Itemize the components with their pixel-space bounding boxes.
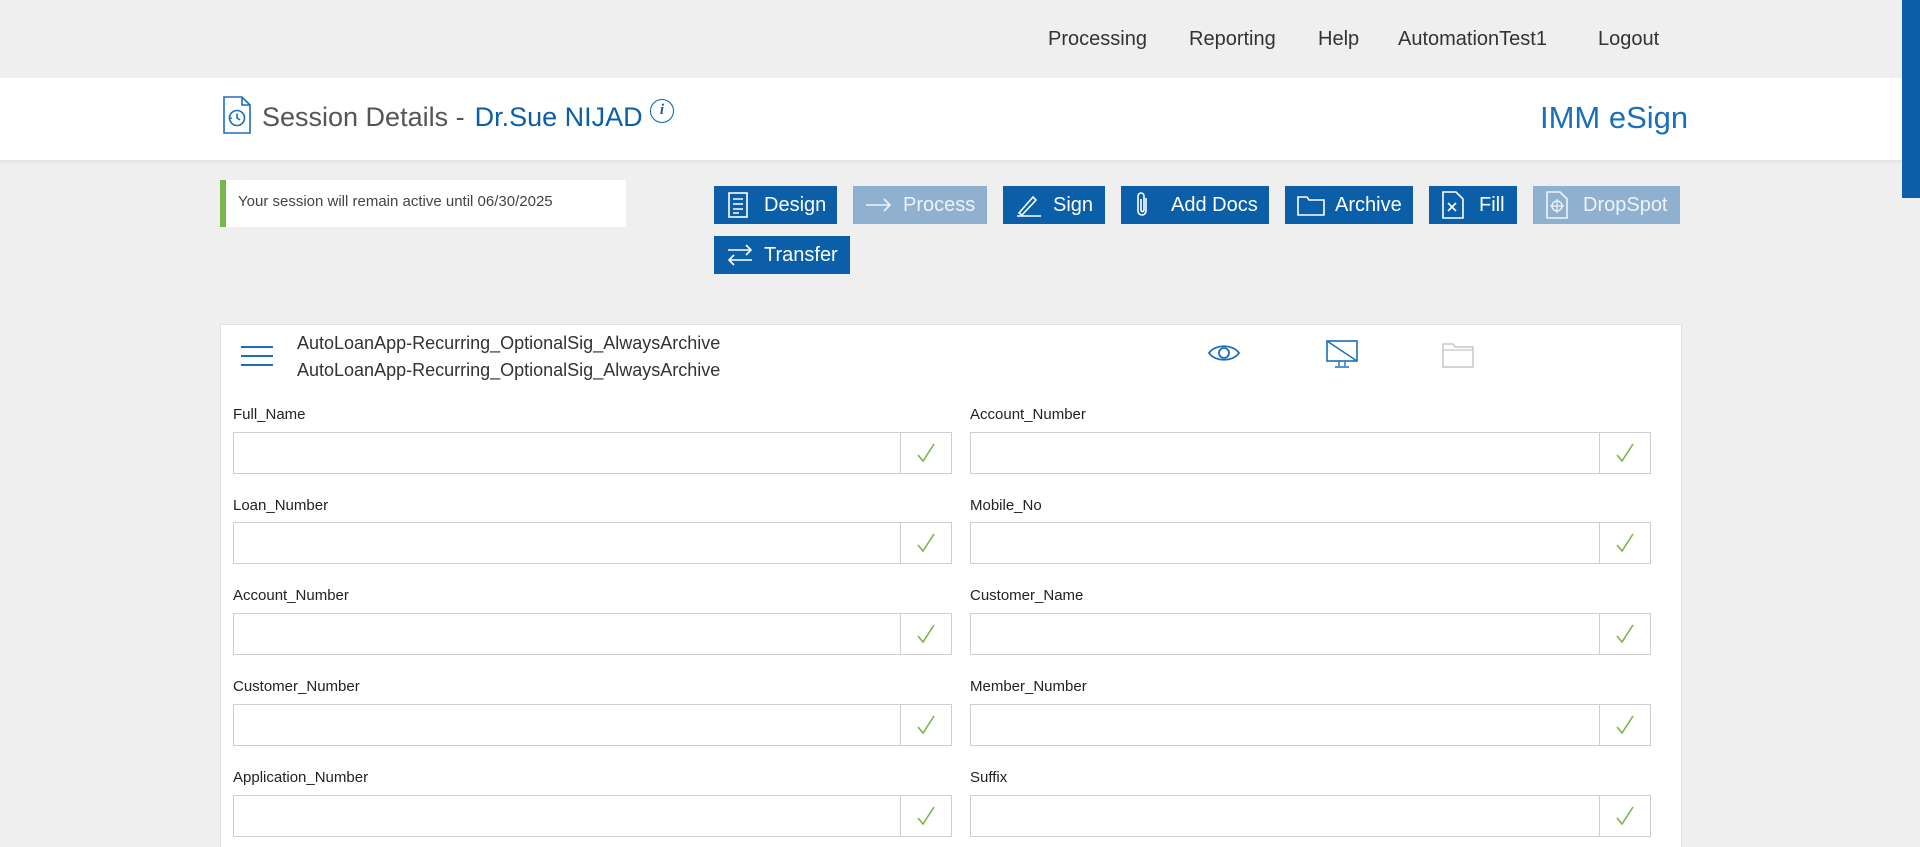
- design-button-label: Design: [764, 193, 827, 216]
- archive-button[interactable]: Archive: [1285, 186, 1413, 224]
- customer-name-field[interactable]: [970, 613, 1600, 655]
- check-icon[interactable]: [1599, 522, 1651, 564]
- design-button[interactable]: Design: [714, 186, 837, 224]
- nav-processing[interactable]: Processing: [1048, 28, 1147, 51]
- add-docs-button[interactable]: Add Docs: [1121, 186, 1269, 224]
- field-label-full-name: Full_Name: [233, 406, 306, 423]
- page-title-label: Session Details -: [262, 102, 465, 132]
- add-docs-button-label: Add Docs: [1171, 193, 1258, 216]
- nav-user-account[interactable]: AutomationTest1: [1398, 28, 1547, 51]
- pen-icon: [1015, 192, 1045, 218]
- folder-icon: [1297, 192, 1327, 218]
- arrow-right-icon: [865, 192, 895, 218]
- check-icon[interactable]: [900, 704, 952, 746]
- top-navigation: Processing Reporting Help AutomationTest…: [0, 0, 1920, 78]
- brand-logo: IMM eSign: [1540, 100, 1689, 135]
- document-panel: [220, 324, 1682, 847]
- check-icon[interactable]: [1599, 613, 1651, 655]
- sign-button-label: Sign: [1053, 193, 1094, 216]
- loan-number-field[interactable]: [233, 522, 901, 564]
- archive-button-label: Archive: [1335, 193, 1402, 216]
- session-history-icon: [223, 96, 251, 134]
- monitor-off-icon[interactable]: [1325, 339, 1359, 369]
- field-label-mobile-no: Mobile_No: [970, 497, 1042, 514]
- nav-logout[interactable]: Logout: [1598, 28, 1659, 51]
- field-label-account-number: Account_Number: [233, 587, 349, 604]
- recipient-name[interactable]: Dr.Sue NIJAD: [475, 102, 643, 132]
- scrollbar-thumb[interactable]: [1902, 0, 1920, 198]
- eye-icon[interactable]: [1207, 341, 1241, 365]
- scrollbar-track[interactable]: [1902, 198, 1920, 847]
- fill-button-label: Fill: [1479, 193, 1505, 216]
- dropspot-button-label: DropSpot: [1583, 193, 1668, 216]
- check-icon[interactable]: [1599, 795, 1651, 837]
- session-notice: Your session will remain active until 06…: [220, 180, 626, 227]
- account-number-field[interactable]: [970, 432, 1600, 474]
- check-icon[interactable]: [900, 522, 952, 564]
- paperclip-icon: [1133, 192, 1163, 218]
- folder-icon[interactable]: [1441, 341, 1475, 369]
- design-icon: [726, 192, 756, 218]
- nav-help[interactable]: Help: [1318, 28, 1359, 51]
- form-fill-icon: [1441, 191, 1471, 219]
- nav-reporting[interactable]: Reporting: [1189, 28, 1276, 51]
- field-label-customer-number: Customer_Number: [233, 678, 360, 695]
- dropspot-icon: [1545, 191, 1575, 219]
- account-number-field[interactable]: [233, 613, 901, 655]
- suffix-field[interactable]: [970, 795, 1600, 837]
- page-title: Session Details - Dr.Sue NIJAD: [262, 102, 643, 133]
- process-button-label: Process: [903, 193, 976, 216]
- field-label-customer-name: Customer_Name: [970, 587, 1084, 604]
- process-button[interactable]: Process: [853, 186, 987, 224]
- check-icon[interactable]: [900, 613, 952, 655]
- transfer-button-label: Transfer: [764, 243, 838, 266]
- menu-icon[interactable]: [241, 346, 273, 368]
- info-icon[interactable]: i: [650, 99, 674, 123]
- field-label-loan-number: Loan_Number: [233, 497, 329, 514]
- mobile-no-field[interactable]: [970, 522, 1600, 564]
- sign-button[interactable]: Sign: [1003, 186, 1105, 224]
- field-label-account-number: Account_Number: [970, 406, 1086, 423]
- field-label-suffix: Suffix: [970, 769, 1008, 786]
- transfer-arrows-icon: [726, 242, 756, 268]
- fill-button[interactable]: Fill: [1429, 186, 1517, 224]
- document-template-name: AutoLoanApp-Recurring_OptionalSig_Always…: [297, 360, 721, 380]
- application-number-field[interactable]: [233, 795, 901, 837]
- check-icon[interactable]: [1599, 704, 1651, 746]
- check-icon[interactable]: [900, 795, 952, 837]
- document-name: AutoLoanApp-Recurring_OptionalSig_Always…: [297, 333, 721, 353]
- field-label-application-number: Application_Number: [233, 769, 369, 786]
- dropspot-button[interactable]: DropSpot: [1533, 186, 1680, 224]
- full-name-field[interactable]: [233, 432, 901, 474]
- member-number-field[interactable]: [970, 704, 1600, 746]
- transfer-button[interactable]: Transfer: [714, 236, 850, 274]
- customer-number-field[interactable]: [233, 704, 901, 746]
- check-icon[interactable]: [900, 432, 952, 474]
- check-icon[interactable]: [1599, 432, 1651, 474]
- field-label-member-number: Member_Number: [970, 678, 1087, 695]
